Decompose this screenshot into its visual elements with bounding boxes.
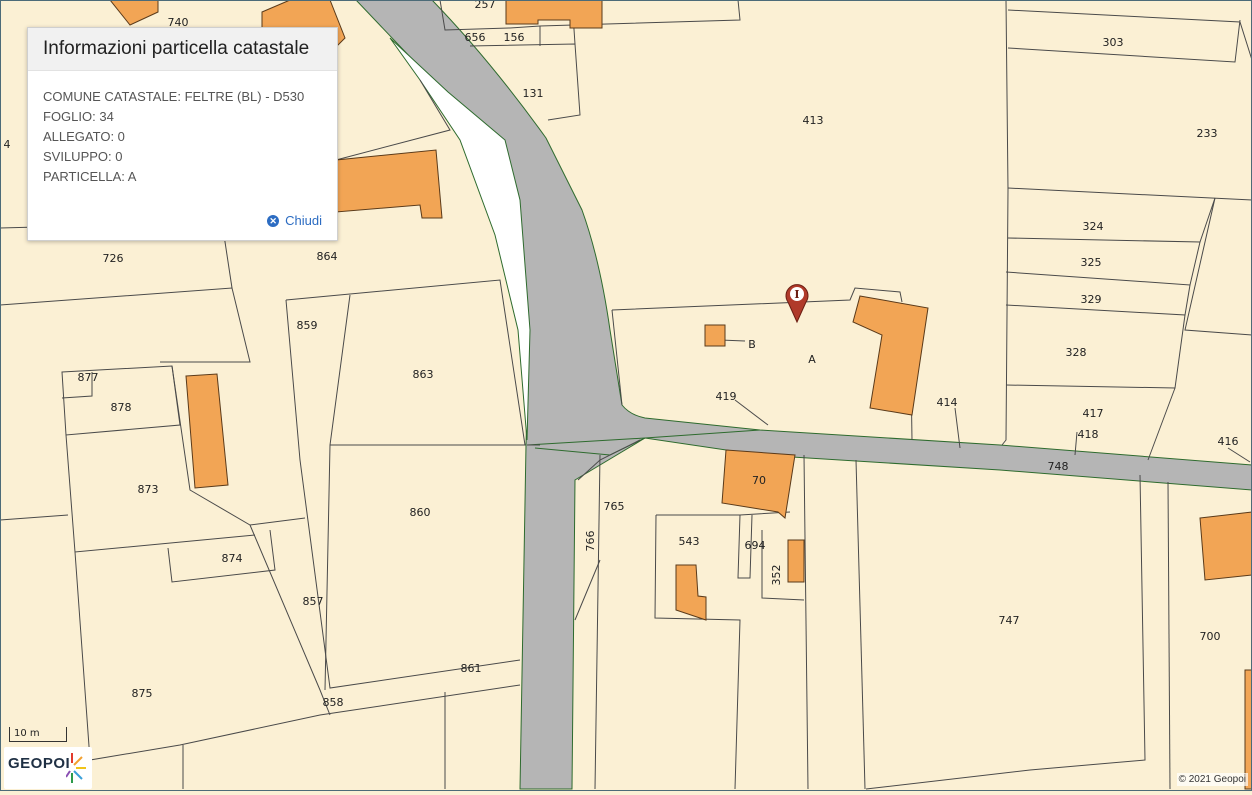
info-allegato: ALLEGATO: 0: [43, 129, 125, 144]
parcel-label: 418: [1078, 428, 1099, 441]
parcel-label: 765: [604, 500, 625, 513]
parcel-label: 414: [937, 396, 958, 409]
popup-title: Informazioni particella catastale: [43, 38, 310, 59]
info-particella: PARTICELLA: A: [43, 169, 137, 184]
popup-header: Informazioni particella catastale: [28, 28, 337, 71]
parcel-label: 156: [504, 31, 525, 44]
parcel-info-popup: Informazioni particella catastale COMUNE…: [27, 27, 338, 241]
parcel-label: 863: [413, 368, 434, 381]
parcel-label: 70: [752, 474, 766, 487]
parcel-label: 726: [103, 252, 124, 265]
copyright-text: © 2021 Geopoi: [1176, 773, 1248, 786]
popup-body: COMUNE CATASTALE: FELTRE (BL) - D530 FOG…: [28, 71, 337, 187]
parcel-label: 748: [1048, 460, 1069, 473]
parcel-label: 324: [1083, 220, 1104, 233]
parcel-label: 877: [78, 371, 99, 384]
parcel-label: 325: [1081, 256, 1102, 269]
parcel-label: B: [748, 338, 756, 351]
parcel-label: 859: [297, 319, 318, 332]
parcel-label: 413: [803, 114, 824, 127]
parcel-label: 543: [679, 535, 700, 548]
parcel-label: 694: [745, 539, 766, 552]
geopoi-logo[interactable]: GEOPOI: [4, 747, 92, 789]
parcel-label: 747: [999, 614, 1020, 627]
logo-text: GEOPOI: [8, 755, 71, 772]
parcel-label: 874: [222, 552, 243, 565]
info-sviluppo: SVILUPPO: 0: [43, 149, 123, 164]
info-comune: COMUNE CATASTALE: FELTRE (BL) - D530: [43, 89, 305, 104]
parcel-label: 766: [584, 531, 597, 552]
parcel-label: 233: [1197, 127, 1218, 140]
parcel-label: 878: [111, 401, 132, 414]
parcel-label: 131: [523, 87, 544, 100]
parcel-label: 417: [1083, 407, 1104, 420]
parcel-label: 257: [475, 0, 496, 11]
parcel-label: A: [808, 353, 816, 366]
parcel-label: 416: [1218, 435, 1239, 448]
parcel-label: 419: [716, 390, 737, 403]
close-button[interactable]: ✕ Chiudi: [267, 213, 322, 228]
parcel-label: 328: [1066, 346, 1087, 359]
parcel-label: 4: [4, 138, 11, 151]
parcel-label: 656: [465, 31, 486, 44]
scale-bar: 10 m: [9, 727, 67, 742]
info-foglio: FOGLIO: 34: [43, 109, 114, 124]
logo-mark-icon: [66, 753, 86, 783]
parcel-label: 858: [323, 696, 344, 709]
close-circle-icon: ✕: [267, 214, 280, 227]
close-label: Chiudi: [285, 213, 322, 228]
parcel-label: 860: [410, 506, 431, 519]
parcel-label: 303: [1103, 36, 1124, 49]
parcel-label: 329: [1081, 293, 1102, 306]
marker-letter: I: [794, 288, 799, 301]
parcel-label: 857: [303, 595, 324, 608]
parcel-label: 864: [317, 250, 338, 263]
parcel-label: 352: [770, 565, 783, 586]
parcel-label: 700: [1200, 630, 1221, 643]
parcel-label: 873: [138, 483, 159, 496]
parcel-label: 875: [132, 687, 153, 700]
parcel-label: 861: [461, 662, 482, 675]
scale-bar-label: 10 m: [14, 728, 40, 739]
